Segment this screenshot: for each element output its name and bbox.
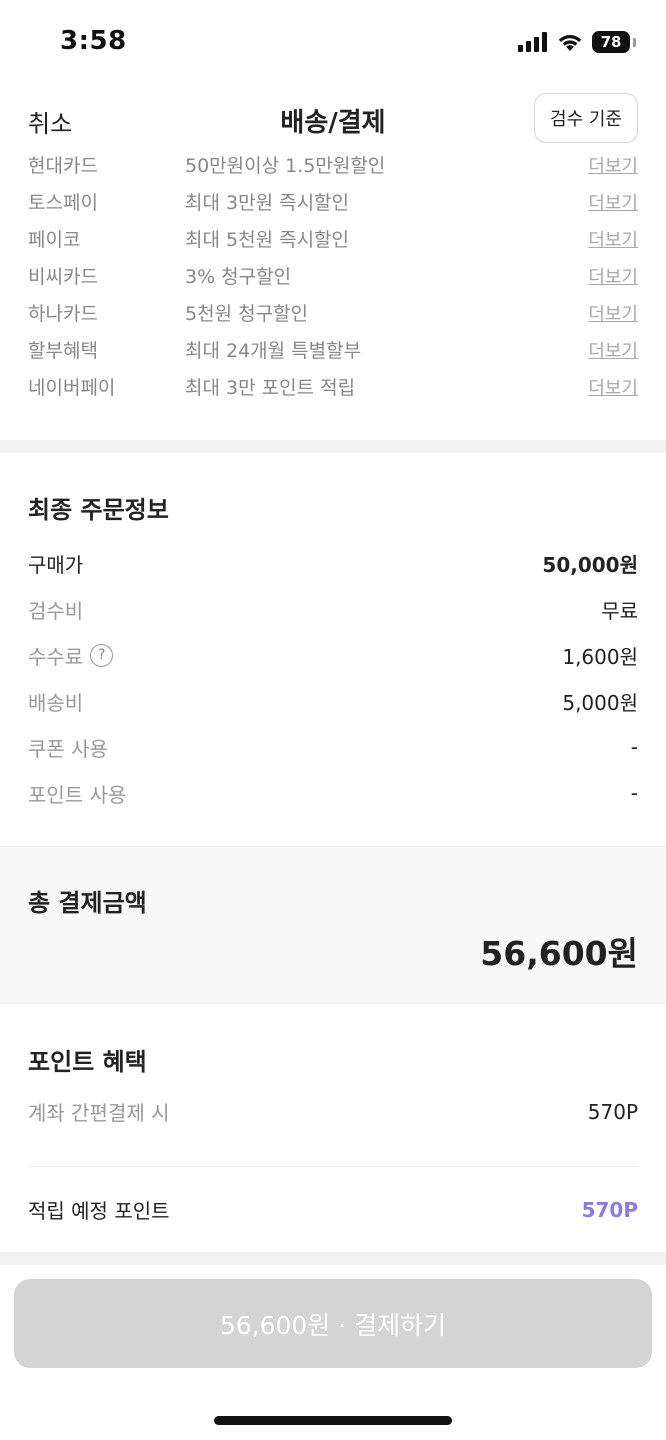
- nav-bar: 취소 배송/결제 검수 기준: [0, 86, 666, 150]
- promo-desc: 최대 5천원 즉시할인: [185, 229, 350, 251]
- promo-name: 네이버페이: [28, 377, 116, 399]
- promo-more-link[interactable]: 더보기: [588, 337, 638, 363]
- promo-desc: 최대 3만 포인트 적립: [185, 377, 356, 399]
- points-account-row: 계좌 간편결제 시 570P: [28, 1097, 638, 1126]
- points-expected-row: 적립 예정 포인트 570P: [28, 1195, 638, 1224]
- wifi-icon: [558, 35, 582, 51]
- promo-more-link[interactable]: 더보기: [588, 374, 638, 400]
- promo-more-link[interactable]: 더보기: [588, 263, 638, 289]
- promo-name: 할부혜택: [28, 340, 98, 362]
- points-expected-label: 적립 예정 포인트: [28, 1199, 170, 1223]
- battery-icon: 78: [592, 31, 630, 53]
- promo-desc: 최대 3만원 즉시할인: [185, 192, 350, 214]
- battery-nub: [633, 37, 636, 47]
- promo-name: 비씨카드: [28, 266, 98, 288]
- status-time: 3:58: [60, 26, 127, 56]
- status-bar: 3:58 78: [0, 0, 666, 86]
- order-value: 무료: [601, 598, 638, 623]
- promo-name: 토스페이: [28, 192, 98, 214]
- order-label: 쿠폰 사용: [28, 736, 108, 761]
- points-account-value: 570P: [587, 1099, 638, 1124]
- promo-row: 비씨카드 3% 청구할인 더보기: [28, 257, 638, 294]
- order-row-points-used: 포인트 사용 -: [28, 770, 638, 816]
- promo-more-link[interactable]: 더보기: [588, 226, 638, 252]
- order-info-title: 최종 주문정보: [28, 496, 169, 524]
- order-label: 수수료: [28, 644, 84, 669]
- order-value: 5,000원: [562, 690, 638, 715]
- promo-row: 페이코 최대 5천원 즉시할인 더보기: [28, 220, 638, 257]
- promo-desc: 3% 청구할인: [185, 266, 292, 288]
- promo-row: 할부혜택 최대 24개월 특별할부 더보기: [28, 331, 638, 368]
- pay-button[interactable]: 56,600원 · 결제하기: [14, 1279, 652, 1368]
- order-value: 50,000원: [542, 552, 638, 577]
- promo-list: 현대카드 50만원이상 1.5만원할인 더보기 토스페이 최대 3만원 즉시할인…: [28, 146, 638, 405]
- promo-desc: 최대 24개월 특별할부: [185, 340, 362, 362]
- section-divider: [0, 1252, 666, 1265]
- points-title: 포인트 혜택: [28, 1048, 147, 1076]
- cellular-signal-icon: [518, 32, 547, 52]
- total-payment-box: 총 결제금액 56,600원: [0, 846, 666, 1004]
- promo-name: 현대카드: [28, 155, 98, 177]
- status-icons: 78: [518, 28, 636, 56]
- order-info-list: 구매가 50,000원 검수비 무료 수수료 ? 1,600원 배송비 5,00…: [28, 540, 638, 816]
- order-row-purchase-price: 구매가 50,000원: [28, 540, 638, 586]
- order-value: -: [630, 781, 638, 805]
- order-row-coupon: 쿠폰 사용 -: [28, 724, 638, 770]
- order-label: 배송비: [28, 690, 84, 715]
- promo-desc: 50만원이상 1.5만원할인: [185, 155, 386, 177]
- total-label: 총 결제금액: [28, 889, 147, 917]
- promo-row: 현대카드 50만원이상 1.5만원할인 더보기: [28, 146, 638, 183]
- order-label-wrapper: 수수료 ?: [28, 641, 114, 670]
- order-label: 검수비: [28, 598, 84, 623]
- promo-name: 하나카드: [28, 303, 98, 325]
- home-indicator: [214, 1416, 452, 1425]
- promo-name: 페이코: [28, 229, 81, 251]
- points-account-label: 계좌 간편결제 시: [28, 1101, 170, 1125]
- promo-row: 네이버페이 최대 3만 포인트 적립 더보기: [28, 368, 638, 405]
- promo-row: 하나카드 5천원 청구할인 더보기: [28, 294, 638, 331]
- order-value: 1,600원: [562, 644, 638, 669]
- order-value: -: [630, 735, 638, 759]
- order-row-commission: 수수료 ? 1,600원: [28, 632, 638, 678]
- promo-desc: 5천원 청구할인: [185, 303, 309, 325]
- promo-more-link[interactable]: 더보기: [588, 152, 638, 178]
- promo-more-link[interactable]: 더보기: [588, 300, 638, 326]
- promo-row: 토스페이 최대 3만원 즉시할인 더보기: [28, 183, 638, 220]
- order-label: 포인트 사용: [28, 782, 127, 807]
- order-label: 구매가: [28, 552, 84, 577]
- promo-more-link[interactable]: 더보기: [588, 189, 638, 215]
- section-divider: [0, 440, 666, 453]
- points-expected-value: 570P: [581, 1197, 638, 1222]
- inspection-criteria-button[interactable]: 검수 기준: [534, 93, 638, 143]
- battery-level: 78: [600, 33, 622, 51]
- order-row-shipping-fee: 배송비 5,000원: [28, 678, 638, 724]
- question-circle-icon[interactable]: ?: [90, 643, 114, 667]
- total-amount: 56,600원: [480, 934, 638, 973]
- order-row-inspection-fee: 검수비 무료: [28, 586, 638, 632]
- divider: [28, 1166, 638, 1167]
